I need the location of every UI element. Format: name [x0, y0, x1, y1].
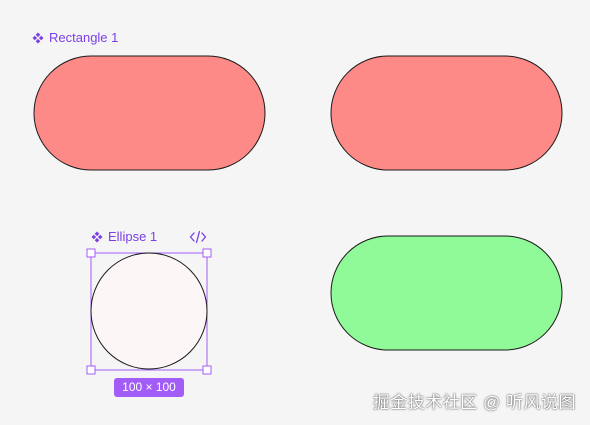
design-canvas	[33, 55, 563, 375]
rectangle-1-pill[interactable]	[33, 55, 266, 171]
rectangle-1-label[interactable]: Rectangle 1	[32, 30, 118, 46]
ellipse-1-label-text: Ellipse 1	[108, 229, 158, 244]
selection-handle-bottom-right[interactable]	[202, 365, 212, 375]
ellipse-1[interactable]	[90, 252, 208, 370]
rectangle-pill-instance-green[interactable]	[330, 235, 563, 351]
watermark-text: 掘金技术社区 @ 听风说图	[372, 393, 576, 412]
rectangle-pill-instance-top[interactable]	[330, 55, 563, 171]
selection-handle-top-left[interactable]	[86, 248, 96, 258]
ellipse-1-label[interactable]: Ellipse 1	[91, 229, 157, 245]
component-icon	[91, 231, 103, 243]
code-icon[interactable]	[189, 229, 207, 245]
rectangle-1-label-text: Rectangle 1	[49, 30, 119, 45]
dimensions-badge: 100 × 100	[114, 378, 184, 397]
component-icon	[32, 32, 44, 44]
selection-handle-bottom-left[interactable]	[86, 365, 96, 375]
selection-handle-top-right[interactable]	[202, 248, 212, 258]
